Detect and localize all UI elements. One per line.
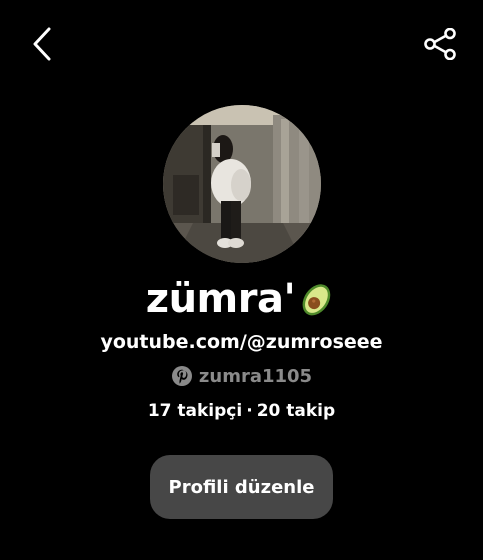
avocado-emoji (302, 284, 331, 316)
edit-profile-button[interactable]: Profili düzenle (150, 455, 333, 519)
back-button[interactable] (20, 22, 64, 66)
stats-separator: · (246, 401, 253, 421)
following-count[interactable]: 20 takip (257, 401, 335, 421)
edit-profile-label: Profili düzenle (168, 476, 315, 498)
chevron-left-icon (33, 27, 51, 61)
follow-stats: 17 takipçi · 20 takip (0, 398, 483, 424)
profile-avatar[interactable] (163, 105, 321, 263)
display-name-text: zümra' (145, 276, 296, 322)
top-bar (0, 0, 483, 90)
pinterest-username-row: zumra1105 (0, 363, 483, 389)
share-button[interactable] (418, 22, 462, 66)
pinterest-username: zumra1105 (198, 365, 313, 387)
website-link[interactable]: youtube.com/@zumroseee (0, 328, 483, 356)
profile-display-name: zümra' (0, 268, 483, 328)
followers-count[interactable]: 17 takipçi (148, 401, 242, 421)
pinterest-icon (171, 366, 192, 386)
share-icon (424, 28, 456, 60)
avatar-photo (163, 105, 321, 263)
